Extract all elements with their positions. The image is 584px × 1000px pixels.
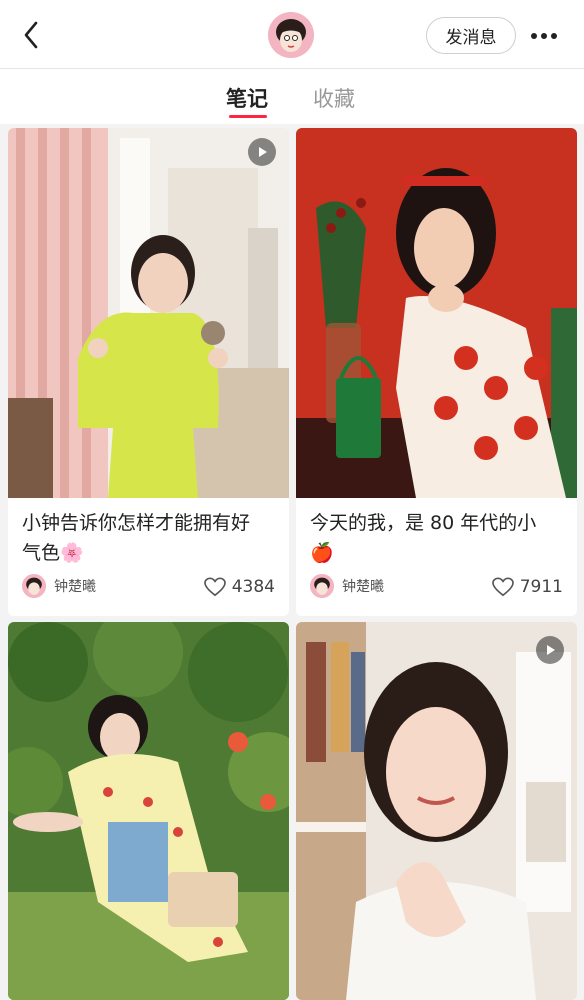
tab-favorites[interactable]: 收藏 [313,83,355,113]
send-message-button[interactable]: 发消息 [426,17,516,54]
note-author[interactable]: 钟楚曦 [310,572,384,600]
note-title: 今天的我，是 80 年代的小 🍎 [310,508,566,568]
note-photo [296,622,577,1000]
like-count: 7911 [519,577,563,597]
author-name: 钟楚曦 [342,579,384,595]
note-title: 小钟告诉你怎样才能拥有好 气色🌸 [22,508,278,568]
active-tab-indicator [229,115,267,118]
note-title-line: 小钟告诉你怎样才能拥有好 [22,512,251,534]
video-play-icon [536,636,564,664]
note-card[interactable] [296,622,577,1000]
heart-icon [491,577,514,597]
note-card[interactable] [8,622,289,1000]
more-dots-icon[interactable] [528,22,560,50]
heart-icon [203,577,226,597]
apple-emoji-icon: 🍎 [310,542,334,564]
note-title-line: 今天的我，是 80 年代的小 [310,512,537,534]
flower-emoji-icon: 🌸 [60,542,84,564]
tab-notes[interactable]: 笔记 [226,83,268,113]
note-card[interactable]: 小钟告诉你怎样才能拥有好 气色🌸 钟楚曦 4384 [8,128,289,616]
back-button[interactable] [16,18,46,52]
note-author[interactable]: 钟楚曦 [22,572,96,600]
avatar[interactable] [268,12,314,58]
avatar [22,574,46,598]
note-title-line: 气色 [22,542,61,564]
chevron-left-icon [24,21,38,49]
like-count: 4384 [231,577,275,597]
avatar [310,574,334,598]
note-photo [296,128,577,498]
video-play-icon [248,138,276,166]
note-photo [8,622,289,1000]
note-card[interactable]: 今天的我，是 80 年代的小 🍎 钟楚曦 7911 [296,128,577,616]
like-button[interactable]: 7911 [491,574,563,600]
like-button[interactable]: 4384 [203,574,275,600]
top-bar: 发消息 [0,0,584,68]
profile-tabs: 笔记 收藏 [0,69,584,124]
author-name: 钟楚曦 [54,579,96,595]
note-photo [8,128,289,498]
